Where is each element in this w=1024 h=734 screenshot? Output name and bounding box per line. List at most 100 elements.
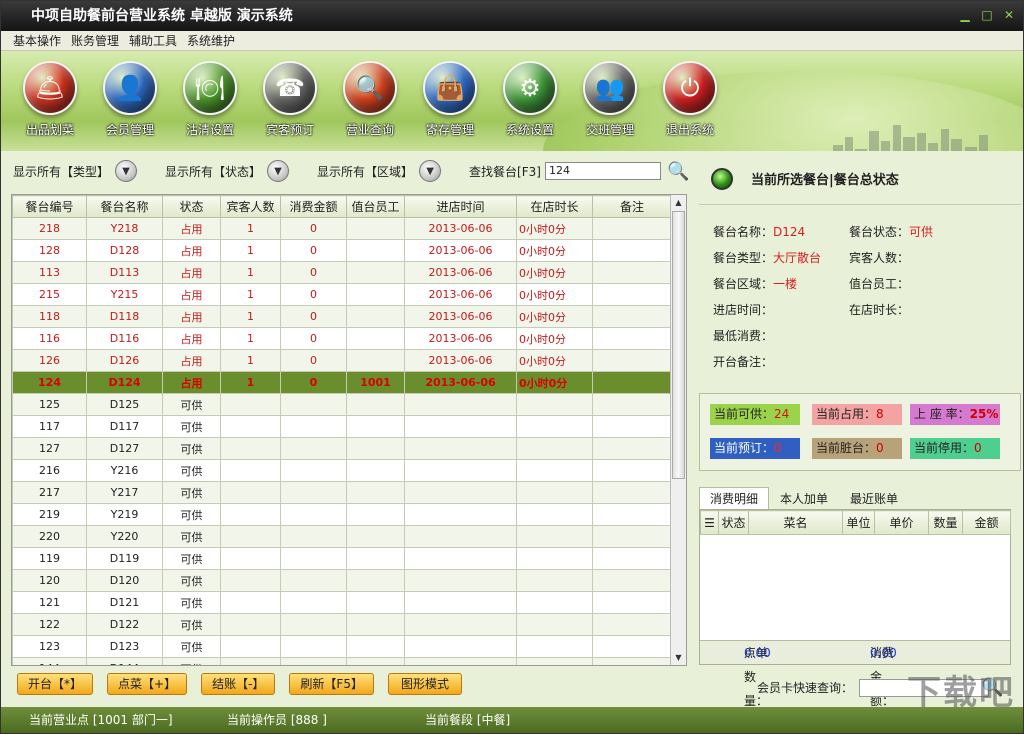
tab-recent-bills[interactable]: 最近账单 [839, 487, 909, 509]
table-cell: 占用 [162, 217, 221, 240]
toolbar-label: 退出系统 [665, 123, 714, 137]
table-row[interactable]: 113 D113 占用 1 0 2013-06-06 0小时0分 [12, 261, 672, 284]
status-dropdown-icon[interactable]: ▼ [267, 160, 290, 182]
table-row[interactable]: 215 Y215 占用 1 0 2013-06-06 0小时0分 [12, 283, 672, 306]
column-header[interactable]: 餐台编号 [12, 195, 87, 218]
table-row[interactable]: 125 D125 可供 [12, 393, 672, 416]
table-row[interactable]: 220 Y220 可供 [12, 525, 672, 548]
table-row[interactable]: 120 D120 可供 [12, 569, 672, 592]
table-cell [280, 569, 347, 592]
table-row[interactable]: 218 Y218 占用 1 0 2013-06-06 0小时0分 [12, 217, 672, 240]
toolbar-button-6[interactable]: ⚙ 系统设置 [501, 61, 559, 138]
table-row[interactable]: 144D144可供 [12, 657, 672, 665]
table-cell [592, 393, 672, 416]
detail-column-header[interactable]: 菜名 [748, 510, 843, 535]
area-dropdown-icon[interactable]: ▼ [419, 160, 442, 182]
menu-tools[interactable]: 辅助工具 [129, 31, 177, 50]
table-row[interactable]: 219 Y219 可供 [12, 503, 672, 526]
column-header[interactable]: 值台员工 [346, 195, 405, 218]
scroll-up-icon[interactable]: ▲ [671, 195, 686, 210]
search-icon[interactable]: 🔍 [667, 161, 689, 182]
table-row[interactable]: 217 Y217 可供 [12, 481, 672, 504]
table-cell: 1 [220, 261, 281, 284]
menu-system[interactable]: 系统维护 [187, 31, 235, 50]
table-cell: 2013-06-06 [404, 305, 517, 328]
table-row[interactable]: 121 D121 可供 [12, 591, 672, 614]
status-bar: 当前营业点 [1001 部门一] 当前操作员 [888 ] 当前餐段 [中餐] [1, 707, 1023, 733]
table-row[interactable]: 119 D119 可供 [12, 547, 672, 570]
toolbar-label: 交班管理 [585, 123, 634, 137]
type-dropdown-icon[interactable]: ▼ [115, 160, 138, 182]
toolbar-button-3[interactable]: ☎ 宾客预订 [261, 61, 319, 138]
tab-consume-detail[interactable]: 消费明细 [699, 487, 770, 509]
column-header[interactable]: 消费金额 [280, 195, 347, 218]
column-header[interactable]: 在店时长 [516, 195, 593, 218]
toolbar-button-1[interactable]: 👤 会员管理 [101, 61, 159, 138]
table-cell [280, 657, 347, 665]
gear-icon: ⚙ [503, 61, 557, 115]
table-cell: 2013-06-06 [404, 327, 517, 350]
table-row[interactable]: 118 D118 占用 1 0 2013-06-06 0小时0分 [12, 305, 672, 328]
toolbar-button-4[interactable]: 🔍 营业查询 [341, 61, 399, 138]
info-area: 一楼 [773, 277, 798, 291]
table-row[interactable]: 127 D127 可供 [12, 437, 672, 460]
refresh-button[interactable]: 刷新【F5】 [289, 673, 374, 695]
checkout-button[interactable]: 结账【-】 [201, 673, 276, 695]
tab-my-additions[interactable]: 本人加单 [769, 487, 839, 509]
table-scrollbar[interactable]: ▲ ▼ [670, 195, 686, 665]
table-cell: D124 [86, 371, 163, 394]
close-button[interactable]: ✕ [1001, 7, 1017, 23]
column-header[interactable]: 备注 [592, 195, 672, 218]
status-operator: 当前操作员 [888 ] [227, 713, 327, 727]
table-row[interactable]: 216 Y216 可供 [12, 459, 672, 482]
table-cell [592, 525, 672, 548]
table-row[interactable]: 116 D116 占用 1 0 2013-06-06 0小时0分 [12, 327, 672, 350]
column-header[interactable]: 宾客人数 [220, 195, 281, 218]
graphic-mode-button[interactable]: 图形模式 [387, 673, 462, 695]
table-row[interactable]: 122 D122 可供 [12, 613, 672, 636]
table-cell [516, 503, 593, 526]
toolbar-button-7[interactable]: 👥 交班管理 [581, 61, 639, 138]
table-row[interactable]: 124 D124 占用 1 0 1001 2013-06-06 0小时0分 [12, 371, 672, 394]
table-cell [516, 459, 593, 482]
table-row[interactable]: 117 D117 可供 [12, 415, 672, 438]
table-cell: D117 [86, 415, 163, 438]
table-cell [516, 591, 593, 614]
table-cell [280, 547, 347, 570]
table-cell: 0小时0分 [516, 283, 593, 306]
minimize-button[interactable]: ▁ [957, 7, 973, 23]
table-row[interactable]: 128 D128 占用 1 0 2013-06-06 0小时0分 [12, 239, 672, 262]
status-point: 当前营业点 [1001 部门一] [29, 713, 173, 727]
detail-column-header[interactable]: 数量 [928, 510, 963, 535]
table-row[interactable]: 123 D123 可供 [12, 635, 672, 658]
column-header[interactable]: 进店时间 [404, 195, 517, 218]
column-header[interactable]: 餐台名称 [86, 195, 163, 218]
table-search-label: 查找餐台[F3] [469, 164, 541, 179]
menu-accounts[interactable]: 账务管理 [71, 31, 119, 50]
toolbar-label: 系统设置 [505, 123, 554, 137]
detail-column-header[interactable]: 状态 [718, 510, 749, 535]
scroll-thumb[interactable] [672, 211, 685, 479]
table-row[interactable]: 126 D126 占用 1 0 2013-06-06 0小时0分 [12, 349, 672, 372]
scroll-down-icon[interactable]: ▼ [671, 650, 686, 665]
panel-title: 当前所选餐台|餐台总状态 [751, 173, 899, 188]
toolbar-button-8[interactable]: ⏻ 退出系统 [661, 61, 719, 138]
column-header[interactable]: 状态 [162, 195, 221, 218]
phone-icon: ☎ [263, 61, 317, 115]
table-cell: D121 [86, 591, 163, 614]
table-search-input[interactable]: 124 [544, 162, 661, 180]
order-button[interactable]: 点菜【+】 [107, 673, 188, 695]
detail-column-header[interactable]: 单价 [874, 510, 929, 535]
toolbar-button-5[interactable]: 👜 寄存管理 [421, 61, 479, 138]
detail-column-header[interactable]: 单位 [842, 510, 875, 535]
open-table-button[interactable]: 开台【*】 [17, 673, 94, 695]
toolbar-button-2[interactable]: 🍽 沽清设置 [181, 61, 239, 138]
table-cell [516, 569, 593, 592]
menu-basic[interactable]: 基本操作 [13, 31, 61, 50]
table-cell [404, 591, 517, 614]
toolbar-button-0[interactable]: 🛎 出品划菜 [21, 61, 79, 138]
maximize-button[interactable]: □ [979, 7, 995, 23]
table-cell: 144 [12, 657, 87, 665]
table-cell [346, 261, 405, 284]
detail-column-header[interactable]: 金额 [962, 510, 1011, 535]
